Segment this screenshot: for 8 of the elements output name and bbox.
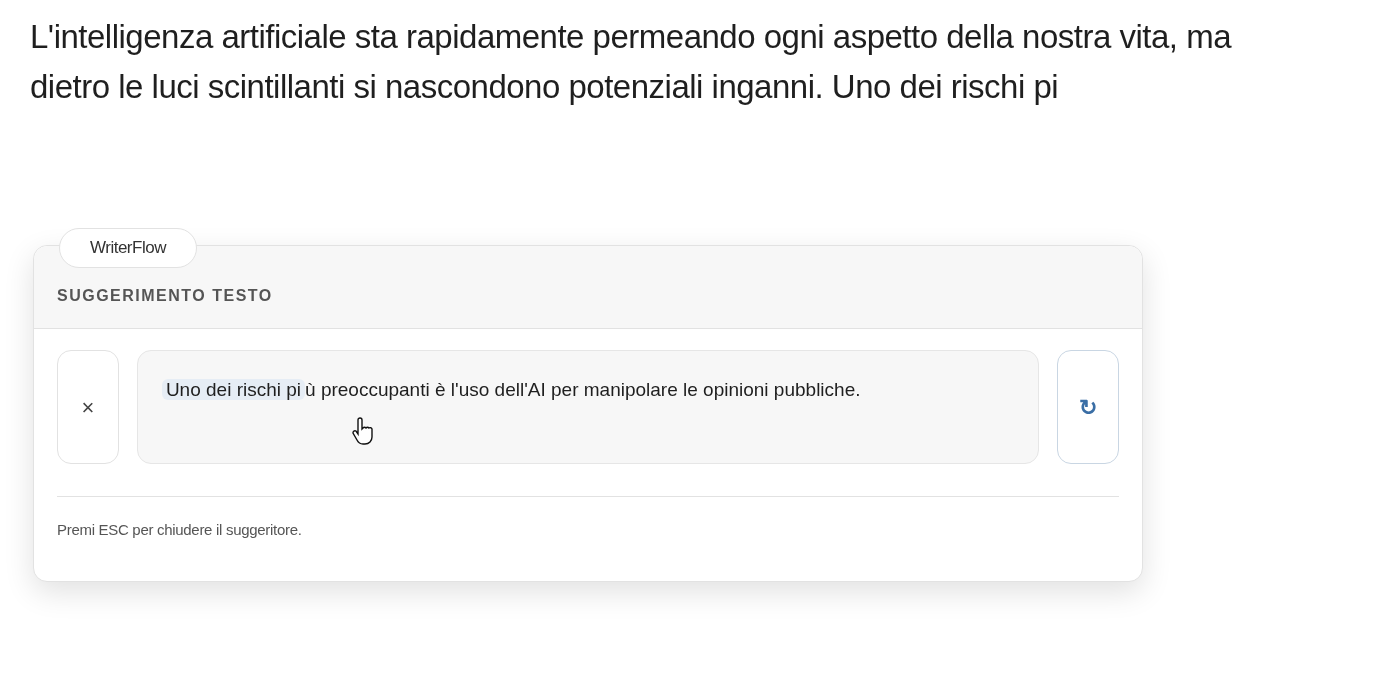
hand-cursor-icon	[349, 417, 374, 447]
footer-hint: Premi ESC per chiudere il suggeritore.	[56, 520, 303, 540]
app-badge: WriterFlow	[59, 228, 197, 268]
article-paragraph: L'intelligenza artificiale sta rapidamente permeando ogni aspetto della nostra vita, ma dietro le luci scintillanti si nascondono potenziali inganni. Uno dei rischi pi	[30, 17, 1233, 107]
refresh-button[interactable]: ↻	[1057, 350, 1119, 464]
header-title: SUGGERIMENTO TESTO	[57, 286, 273, 306]
suggestion-text[interactable]: Uno dei rischi pi ù preoccupanti è l'uso dell'AI per manipolare le opinioni pubbliche.	[136, 350, 1040, 464]
close-button[interactable]: ×	[57, 350, 119, 464]
